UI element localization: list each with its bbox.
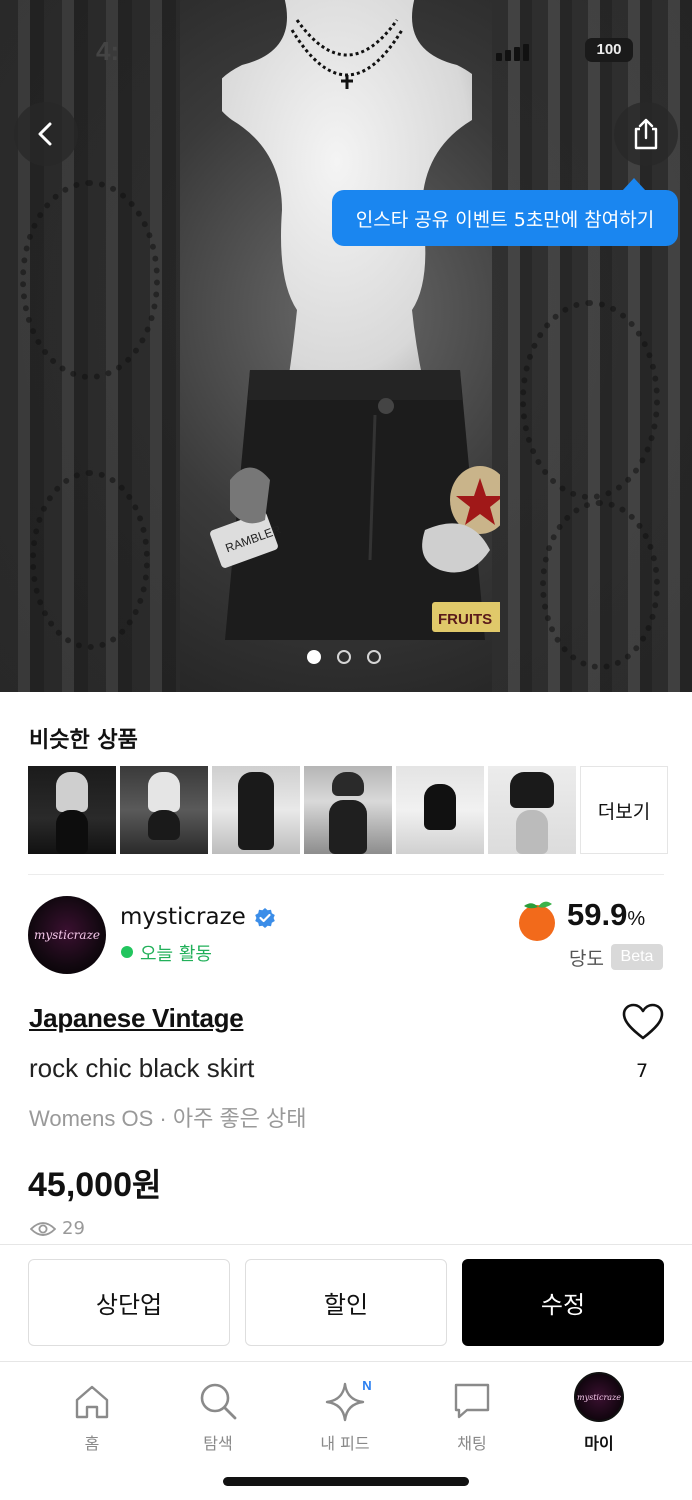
lace-pattern [30, 470, 150, 650]
tab-feed[interactable]: N 내 피드 [295, 1370, 395, 1454]
battery-icon: 100 [585, 38, 633, 62]
product-price: 45,000원 [28, 1166, 162, 1204]
similar-products-list: 더보기 [28, 766, 668, 854]
tab-label: 내 피드 [320, 1434, 370, 1453]
similar-products-title: 비슷한 상품 [29, 728, 138, 753]
tab-label: 홈 [84, 1434, 100, 1453]
signal-icon [496, 42, 532, 61]
lace-pattern [520, 300, 660, 500]
avatar-logo-text: mysticraze [33, 928, 100, 942]
svg-text:FRUITS: FRUITS [438, 611, 492, 628]
carousel-dot [367, 650, 381, 664]
divider [28, 874, 664, 875]
view-count-value: 29 [62, 1218, 85, 1239]
peach-icon [519, 901, 555, 941]
black-mini-skirt: RAMBLER FRUITS [210, 370, 500, 640]
bump-button[interactable]: 상단업 [28, 1259, 230, 1346]
divider [0, 1244, 692, 1245]
tab-home[interactable]: 홈 [42, 1370, 142, 1454]
edit-button[interactable]: 수정 [462, 1259, 664, 1346]
tab-my[interactable]: mysticraze 마이 [549, 1370, 649, 1454]
clock: 4: [96, 36, 120, 66]
product-photo[interactable]: RAMBLER FRUITS 4: 100 인스타 공유 이벤트 5초만에 참여… [0, 0, 692, 692]
status-bar: 4: 100 [0, 36, 692, 66]
product-brand-link[interactable]: Japanese Vintage [29, 1003, 244, 1034]
seller-avatar[interactable]: mysticraze [28, 896, 106, 974]
like-count: 7 [636, 1060, 649, 1082]
tab-label: 마이 [584, 1434, 614, 1453]
view-count: 29 [30, 1218, 85, 1239]
discount-button[interactable]: 할인 [245, 1259, 447, 1346]
home-indicator [223, 1477, 469, 1486]
similar-product-thumb[interactable] [120, 766, 208, 854]
tab-label: 채팅 [457, 1434, 487, 1453]
search-icon [200, 1383, 237, 1420]
lace-pattern [20, 180, 160, 380]
sweetness-score: 59.9% [567, 897, 646, 932]
heart-icon[interactable] [622, 1003, 664, 1041]
similar-product-thumb[interactable] [488, 766, 576, 854]
beta-badge: Beta [611, 944, 663, 970]
bottom-tab-bar: 홈 탐색 N 내 피드 채팅 mysticraze 마이 [0, 1370, 692, 1460]
product-name: rock chic black skirt [29, 1053, 255, 1083]
eye-icon [30, 1221, 56, 1236]
tab-chat[interactable]: 채팅 [422, 1370, 522, 1454]
chat-icon [454, 1383, 490, 1419]
back-button[interactable] [14, 102, 78, 166]
carousel-indicator [307, 650, 381, 664]
product-meta: Womens OS · 아주 좋은 상태 [29, 1106, 307, 1131]
avatar-logo-text: mysticraze [576, 1392, 621, 1402]
tab-label: 탐색 [203, 1434, 233, 1453]
similar-product-thumb[interactable] [212, 766, 300, 854]
similar-product-thumb[interactable] [28, 766, 116, 854]
carousel-dot [337, 650, 351, 664]
home-icon [75, 1385, 109, 1419]
my-avatar: mysticraze [574, 1372, 624, 1422]
share-icon [634, 118, 658, 150]
action-bar: 상단업 할인 수정 [28, 1259, 664, 1346]
see-more-button[interactable]: 더보기 [580, 766, 668, 854]
new-badge: N [357, 1376, 377, 1396]
lace-pattern [540, 500, 660, 670]
verified-badge-icon [255, 908, 275, 928]
chevron-left-icon [38, 122, 52, 146]
sweetness-label: 당도 [569, 948, 604, 970]
divider [0, 1361, 692, 1362]
seller-name[interactable]: mysticraze [120, 904, 246, 930]
tab-search[interactable]: 탐색 [168, 1370, 268, 1454]
seller-activity: 오늘 활동 [140, 944, 212, 965]
carousel-dot [307, 650, 321, 664]
similar-product-thumb[interactable] [396, 766, 484, 854]
similar-product-thumb[interactable] [304, 766, 392, 854]
share-button[interactable] [614, 102, 678, 166]
online-status-dot [121, 946, 133, 958]
instagram-event-tooltip[interactable]: 인스타 공유 이벤트 5초만에 참여하기 [332, 178, 678, 246]
